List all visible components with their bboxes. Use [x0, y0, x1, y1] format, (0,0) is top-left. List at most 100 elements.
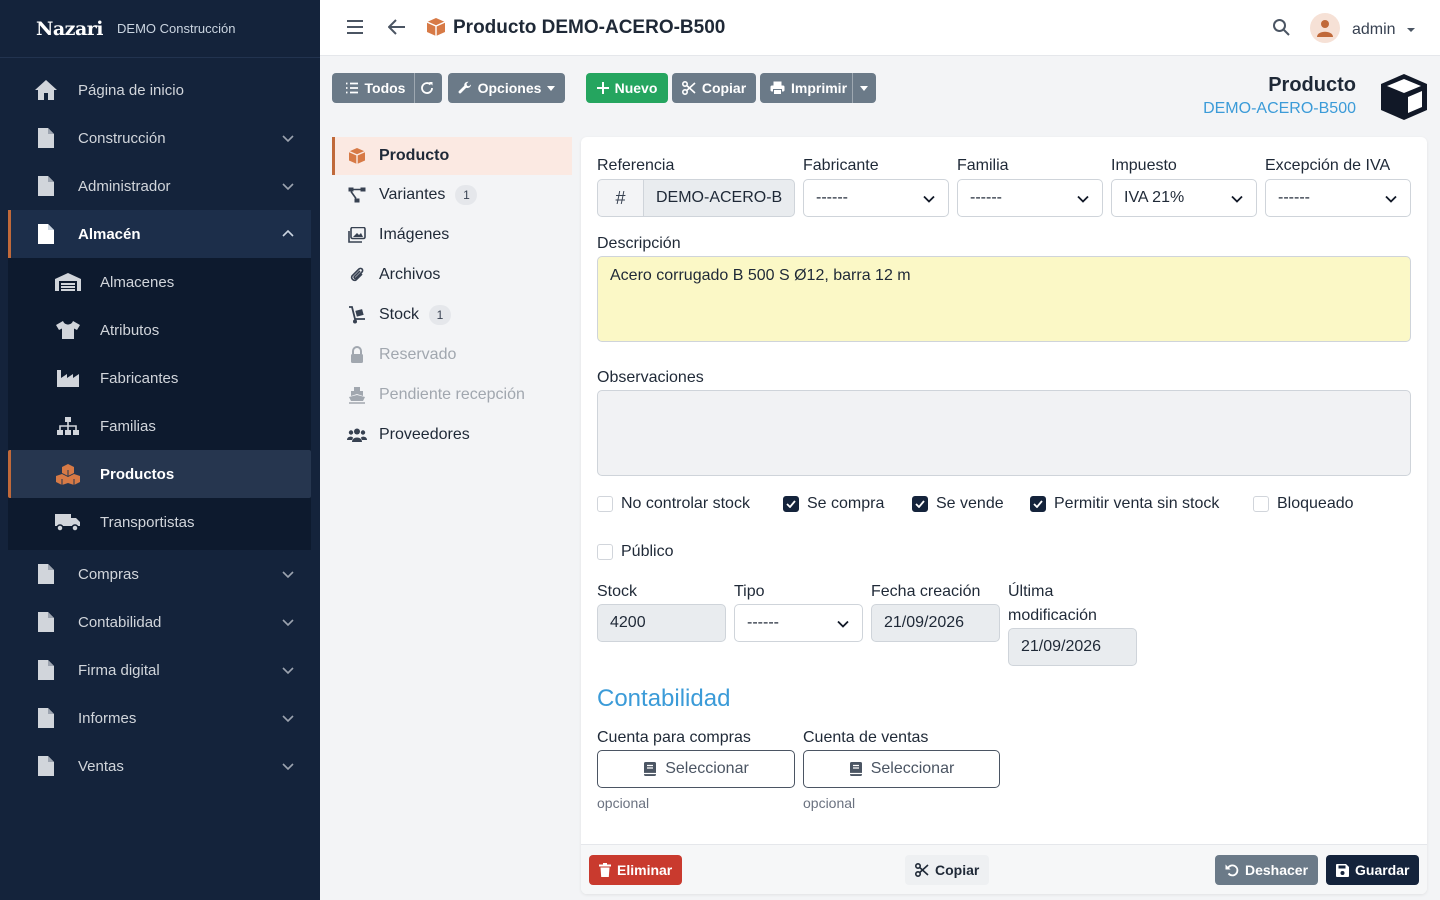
- familia-label: Familia: [957, 157, 1009, 174]
- observaciones-textarea[interactable]: [597, 390, 1411, 476]
- file-icon: [34, 706, 58, 730]
- excepcion-iva-select[interactable]: ------: [1265, 179, 1411, 217]
- guardar-label: Guardar: [1355, 862, 1410, 878]
- industry-icon: [54, 366, 82, 390]
- caret-down-icon[interactable]: [860, 86, 868, 91]
- imprimir-button[interactable]: Imprimir: [770, 80, 847, 96]
- sidebar-item-firma-digital[interactable]: Firma digital: [8, 646, 311, 694]
- checkbox[interactable]: [597, 544, 613, 560]
- sidebar-item-inicio[interactable]: Página de inicio: [8, 66, 311, 114]
- sidebar-item-informes[interactable]: Informes: [8, 694, 311, 742]
- stock-input[interactable]: 4200: [597, 604, 726, 642]
- deshacer-button[interactable]: Deshacer: [1215, 855, 1319, 885]
- guardar-button[interactable]: Guardar: [1326, 855, 1420, 885]
- sitemap-icon: [54, 414, 82, 438]
- tab-stock[interactable]: Stock 1: [332, 295, 572, 335]
- variants-icon: [347, 185, 367, 205]
- permitir-venta-sin-stock-checkbox[interactable]: Permitir venta sin stock: [1030, 495, 1219, 513]
- sidebar-item-almacenes[interactable]: Almacenes: [8, 258, 311, 306]
- file-icon: [34, 174, 58, 198]
- sidebar-item-familias[interactable]: Familias: [8, 402, 311, 450]
- tab-proveedores[interactable]: Proveedores: [332, 415, 572, 455]
- bloqueado-checkbox[interactable]: Bloqueado: [1253, 495, 1354, 513]
- tab-imagenes[interactable]: Imágenes: [332, 215, 572, 255]
- tab-archivos[interactable]: Archivos: [332, 255, 572, 295]
- users-icon: [347, 425, 367, 445]
- fecha-creacion-input[interactable]: 21/09/2026: [871, 604, 1000, 642]
- sidebar-item-compras[interactable]: Compras: [8, 550, 311, 598]
- back-arrow-icon[interactable]: [388, 18, 406, 36]
- impuesto-select[interactable]: IVA 21%: [1111, 179, 1257, 217]
- todos-button[interactable]: Todos: [345, 80, 405, 96]
- tab-label: Proveedores: [379, 426, 470, 443]
- impuesto-value: IVA 21%: [1124, 189, 1185, 206]
- brand-logo[interactable]: Nazari: [36, 18, 104, 40]
- ultima-modificacion-input[interactable]: 21/09/2026: [1008, 628, 1137, 666]
- sidebar-item-administrador[interactable]: Administrador: [8, 162, 311, 210]
- chevron-down-icon: [837, 620, 849, 628]
- checkbox-label: Permitir venta sin stock: [1054, 495, 1220, 512]
- refresh-icon[interactable]: [420, 81, 434, 95]
- file-icon: [34, 658, 58, 682]
- sidebar-item-label: Atributos: [100, 321, 160, 339]
- caret-down-icon[interactable]: [1406, 27, 1416, 33]
- sidebar-item-contabilidad[interactable]: Contabilidad: [8, 598, 311, 646]
- truck-icon: [54, 510, 82, 534]
- fabricante-select[interactable]: ------: [803, 179, 949, 217]
- sidebar-item-atributos[interactable]: Atributos: [8, 306, 311, 354]
- sidebar-item-label: Almacenes: [100, 273, 175, 291]
- hamburger-icon[interactable]: [346, 18, 364, 36]
- tipo-select[interactable]: ------: [734, 604, 863, 642]
- sidebar-item-fabricantes[interactable]: Fabricantes: [8, 354, 311, 402]
- user-menu[interactable]: admin: [1352, 21, 1396, 39]
- cuenta-compras-select-button[interactable]: Seleccionar: [597, 750, 795, 788]
- dolly-icon: [347, 305, 367, 325]
- tab-producto[interactable]: Producto: [332, 137, 572, 175]
- cube-icon: [347, 146, 367, 166]
- sidebar-item-label: Transportistas: [100, 513, 195, 531]
- sidebar-item-productos[interactable]: Productos: [8, 450, 311, 498]
- tab-reservado[interactable]: Reservado: [332, 335, 572, 375]
- home-icon: [34, 78, 58, 102]
- se-compra-checkbox[interactable]: Se compra: [783, 495, 884, 513]
- descripcion-textarea[interactable]: Acero corrugado B 500 S Ø12, barra 12 m: [597, 256, 1411, 342]
- publico-checkbox[interactable]: Público: [597, 543, 673, 561]
- avatar[interactable]: [1310, 13, 1340, 43]
- scissors-icon: [915, 863, 929, 877]
- se-vende-checkbox[interactable]: Se vende: [912, 495, 1004, 513]
- opciones-button[interactable]: Opciones: [448, 73, 565, 103]
- checkbox[interactable]: [1253, 496, 1269, 512]
- sidebar-item-almacen[interactable]: Almacén: [8, 210, 311, 258]
- referencia-input[interactable]: DEMO-ACERO-B: [643, 179, 795, 217]
- footer-copiar-button[interactable]: Copiar: [905, 855, 990, 885]
- sidebar-item-construccion[interactable]: Construcción: [8, 114, 311, 162]
- images-icon: [347, 225, 367, 245]
- checkbox[interactable]: [597, 496, 613, 512]
- sidebar-item-label: Contabilidad: [78, 613, 162, 631]
- cubes-icon: [54, 462, 82, 486]
- imprimir-label: Imprimir: [791, 80, 848, 96]
- save-icon: [1336, 863, 1349, 877]
- no-controlar-stock-checkbox[interactable]: No controlar stock: [597, 495, 750, 513]
- copiar-button[interactable]: Copiar: [672, 73, 756, 103]
- entity-code[interactable]: DEMO-ACERO-B500: [1203, 100, 1356, 118]
- hash-prefix: #: [597, 179, 643, 217]
- eliminar-button[interactable]: Eliminar: [589, 855, 683, 885]
- sidebar-item-transportistas[interactable]: Transportistas: [8, 498, 311, 546]
- checkbox-label: Se vende: [936, 495, 1004, 512]
- tab-variantes[interactable]: Variantes 1: [332, 175, 572, 215]
- search-icon[interactable]: [1272, 18, 1290, 36]
- tab-pendiente-recepcion[interactable]: Pendiente recepción: [332, 375, 572, 415]
- tipo-value: ------: [747, 614, 779, 631]
- familia-select[interactable]: ------: [957, 179, 1103, 217]
- cuenta-compras-hint: opcional: [597, 795, 650, 811]
- tab-label: Variantes: [379, 186, 446, 203]
- cuenta-ventas-select-button[interactable]: Seleccionar: [803, 750, 1000, 788]
- checkbox-checked[interactable]: [783, 496, 799, 512]
- undo-icon: [1225, 864, 1239, 877]
- nuevo-button[interactable]: Nuevo: [586, 73, 668, 103]
- checkbox-checked[interactable]: [912, 496, 928, 512]
- sidebar-item-label: Familias: [100, 417, 156, 435]
- sidebar-item-ventas[interactable]: Ventas: [8, 742, 311, 790]
- checkbox-checked[interactable]: [1030, 496, 1046, 512]
